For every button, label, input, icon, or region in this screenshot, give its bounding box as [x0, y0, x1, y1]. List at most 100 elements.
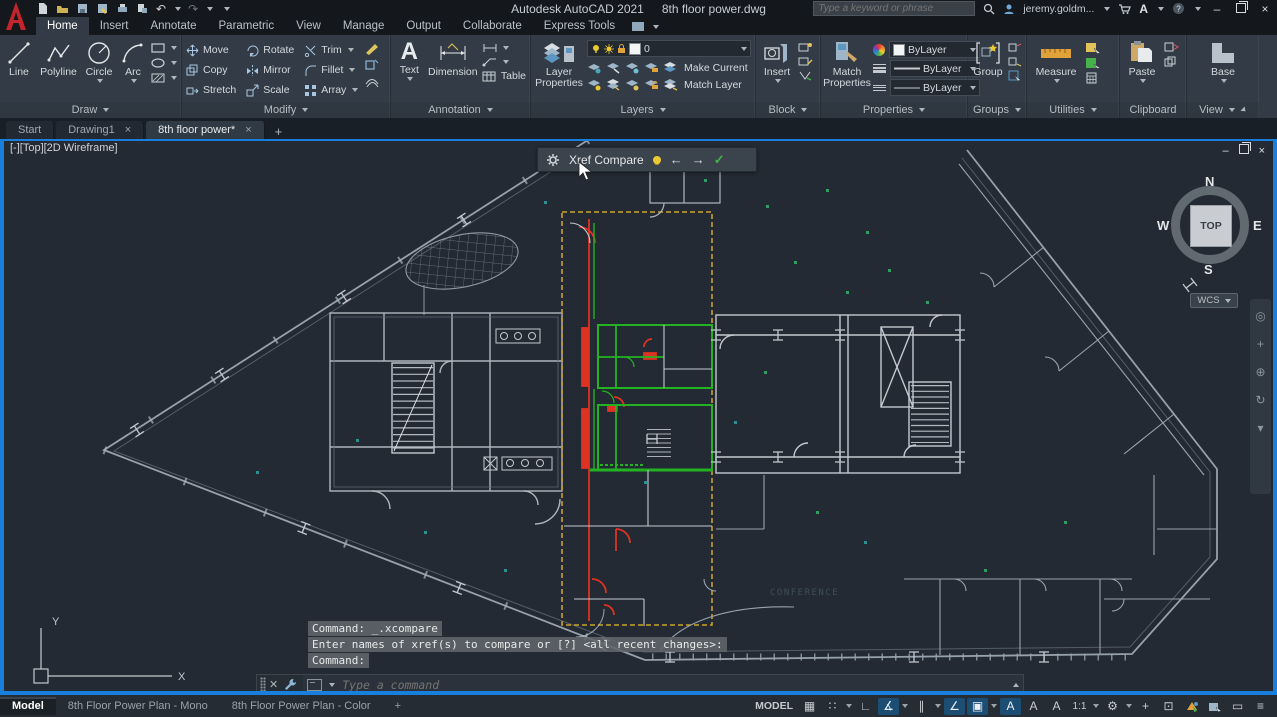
search-input[interactable]: [814, 3, 975, 14]
copy-clip-icon[interactable]: [1164, 56, 1179, 67]
command-input[interactable]: [340, 676, 1006, 691]
doc-close-button[interactable]: ×: [1259, 145, 1265, 157]
workspace-dropdown-icon[interactable]: [1126, 704, 1132, 708]
tab-insert[interactable]: Insert: [89, 17, 140, 35]
command-bar-drag-handle[interactable]: [260, 677, 266, 691]
xref-next-button[interactable]: →: [692, 153, 705, 166]
table-button[interactable]: Table: [482, 70, 526, 82]
tab-manage[interactable]: Manage: [332, 17, 396, 35]
close-tab-icon[interactable]: ×: [245, 124, 251, 136]
snap-dropdown-icon[interactable]: [846, 704, 852, 708]
object-color-select[interactable]: ByLayer: [889, 41, 980, 58]
tab-home[interactable]: Home: [36, 17, 89, 35]
annotation-scale-value[interactable]: 1:1: [1069, 698, 1090, 715]
make-current-button[interactable]: Make Current: [682, 62, 751, 74]
redo-dropdown-icon[interactable]: [207, 6, 214, 11]
viewcube-north[interactable]: N: [1205, 174, 1214, 189]
user-avatar-icon[interactable]: [1003, 3, 1015, 15]
circle-button[interactable]: Circle: [83, 38, 115, 83]
group-button[interactable]: Group: [972, 38, 1004, 78]
dimension-button[interactable]: Dimension: [428, 38, 478, 78]
layer-isolate-icon[interactable]: [606, 61, 623, 74]
circle-dropdown-icon[interactable]: [97, 79, 104, 83]
help-search-box[interactable]: [813, 1, 976, 16]
wcs-menu[interactable]: WCS: [1190, 293, 1238, 308]
insert-button[interactable]: Insert: [760, 38, 794, 83]
ortho-mode-icon[interactable]: ∟: [855, 698, 876, 715]
panel-label-utilities[interactable]: Utilities: [1027, 102, 1119, 118]
xref-finish-button[interactable]: ✓: [714, 152, 725, 168]
annotation-scale-icon[interactable]: A: [1046, 698, 1067, 715]
annotation-autoscale-icon[interactable]: A: [1023, 698, 1044, 715]
model-space-indicator[interactable]: MODEL: [755, 700, 793, 712]
isometric-drafting-icon[interactable]: ∥: [911, 698, 932, 715]
signed-in-user[interactable]: jeremy.goldm...: [1023, 3, 1094, 15]
erase-icon[interactable]: [364, 42, 380, 55]
linetype-select[interactable]: ByLayer: [890, 79, 980, 96]
zoom-extents-icon[interactable]: ⊕: [1255, 365, 1265, 379]
rectangle-button[interactable]: [151, 42, 177, 54]
help-dropdown-icon[interactable]: [1195, 6, 1201, 11]
file-tab-drawing1[interactable]: Drawing1 ×: [56, 121, 145, 139]
match-layer-icon[interactable]: [663, 78, 680, 91]
panel-label-groups[interactable]: Groups: [968, 102, 1026, 118]
ellipse-button[interactable]: [151, 57, 177, 69]
edit-block-icon[interactable]: [798, 56, 813, 67]
tab-view[interactable]: View: [285, 17, 332, 35]
object-snap-tracking-icon[interactable]: ∠: [944, 697, 965, 715]
viewcube-south[interactable]: S: [1204, 262, 1213, 277]
layer-off-icon[interactable]: [587, 61, 604, 74]
undo-icon[interactable]: ↶: [156, 2, 166, 16]
quick-calc-icon[interactable]: [1085, 57, 1101, 69]
graphics-performance-icon[interactable]: [1181, 698, 1202, 715]
layer-walk-icon[interactable]: [606, 78, 623, 91]
measure-button[interactable]: Measure: [1031, 38, 1081, 83]
polar-tracking-icon[interactable]: ∡: [878, 697, 899, 715]
layout-tab-mono[interactable]: 8th Floor Power Plan - Mono: [56, 697, 220, 715]
fillet-button[interactable]: Fillet: [304, 64, 358, 77]
user-dropdown-icon[interactable]: [1104, 6, 1111, 11]
block-attributes-icon[interactable]: [798, 70, 813, 81]
array-dropdown-icon[interactable]: [352, 88, 359, 92]
layer-select[interactable]: 0: [587, 40, 751, 57]
hardware-acceleration-icon[interactable]: [1204, 698, 1225, 715]
ungroup-icon[interactable]: [1008, 42, 1022, 53]
recent-commands-dropdown-icon[interactable]: [329, 682, 336, 687]
base-dropdown-icon[interactable]: [1221, 79, 1227, 83]
panel-label-properties[interactable]: Properties: [821, 102, 967, 118]
new-drawing-tab-button[interactable]: +: [267, 124, 291, 139]
xref-settings-gear-icon[interactable]: [546, 153, 560, 167]
tab-output[interactable]: Output: [395, 17, 452, 35]
autocad-logo-icon[interactable]: [2, 0, 30, 33]
pan-icon[interactable]: +: [1257, 337, 1264, 351]
window-restore-button[interactable]: [1233, 0, 1249, 16]
fillet-dropdown-icon[interactable]: [349, 68, 356, 72]
search-icon[interactable]: [983, 3, 995, 15]
tab-annotate[interactable]: Annotate: [139, 17, 207, 35]
base-button[interactable]: Base: [1203, 38, 1243, 83]
hatch-button[interactable]: [151, 72, 177, 84]
publish-icon[interactable]: [136, 2, 149, 15]
app-store-cart-icon[interactable]: [1118, 3, 1132, 15]
layer-match-icon[interactable]: [625, 78, 642, 91]
command-expand-icon[interactable]: [1013, 682, 1019, 687]
move-button[interactable]: Move: [186, 44, 236, 57]
arc-dropdown-icon[interactable]: [130, 79, 137, 83]
viewcube-top-face[interactable]: TOP: [1190, 205, 1232, 247]
save-icon[interactable]: [76, 2, 89, 15]
panel-label-modify[interactable]: Modify: [182, 102, 390, 118]
clean-screen-icon[interactable]: ▭: [1227, 698, 1248, 715]
ribbon-display-options-icon[interactable]: [632, 22, 660, 32]
command-bar-close-icon[interactable]: ✕: [269, 678, 278, 691]
layer-lock-tool-icon[interactable]: [644, 61, 661, 74]
linear-dimension-button[interactable]: [482, 42, 526, 53]
panel-label-clipboard[interactable]: Clipboard: [1120, 102, 1186, 118]
doc-restore-button[interactable]: [1238, 142, 1251, 157]
scale-button[interactable]: Scale: [246, 84, 294, 97]
layer-properties-button[interactable]: Layer Properties: [535, 38, 583, 89]
window-close-button[interactable]: ×: [1257, 2, 1273, 16]
offset-icon[interactable]: [364, 74, 380, 87]
insert-dropdown-icon[interactable]: [775, 79, 781, 83]
explode-icon[interactable]: [364, 58, 380, 71]
panel-label-layers[interactable]: Layers: [531, 102, 755, 118]
